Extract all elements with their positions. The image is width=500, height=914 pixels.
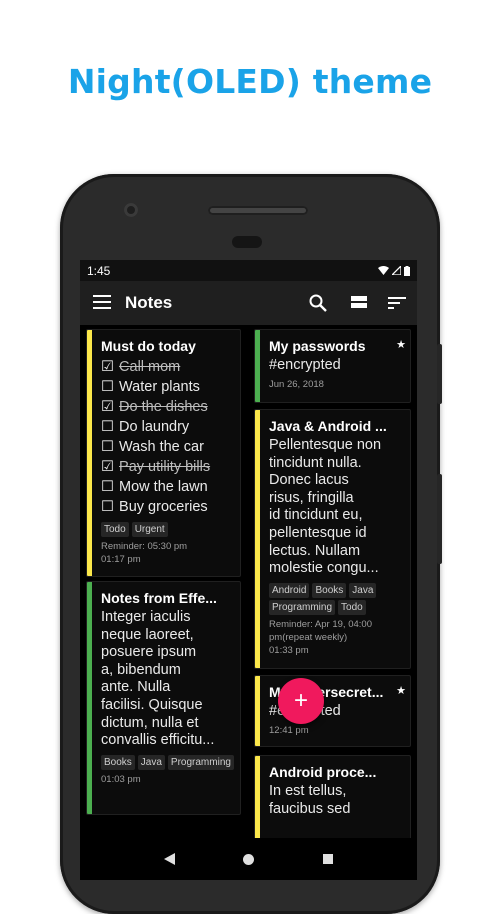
unchecked-box-icon: ☐ bbox=[101, 379, 114, 395]
recents-icon[interactable] bbox=[322, 854, 333, 864]
note-body: In est tellus, faucibus sed bbox=[269, 783, 351, 817]
search-icon[interactable] bbox=[308, 293, 328, 313]
earpiece bbox=[232, 236, 262, 248]
app-bar: Notes bbox=[80, 281, 417, 325]
tag: Todo bbox=[338, 599, 366, 615]
note-body: Pellentesque non tincidunt nulla. Donec … bbox=[269, 437, 382, 577]
tag: Books bbox=[101, 754, 135, 770]
notes-grid: Must do today ☑ Call mom ☐ Water plants … bbox=[80, 325, 417, 847]
checklist-item: ☑ Call mom bbox=[101, 359, 181, 375]
note-color-bar bbox=[255, 410, 260, 668]
unchecked-box-icon: ☐ bbox=[101, 419, 114, 435]
note-reminder: Reminder: 05:30 pm bbox=[101, 541, 188, 552]
note-color-bar bbox=[255, 330, 260, 402]
note-title: Notes from Effe... bbox=[101, 590, 217, 606]
note-time: 01:33 pm bbox=[269, 644, 309, 656]
note-title: Must do today bbox=[101, 338, 196, 354]
menu-icon[interactable] bbox=[93, 295, 111, 311]
note-body: #encrypted bbox=[269, 357, 341, 373]
tag: Programming bbox=[167, 754, 234, 770]
system-nav-bar bbox=[80, 838, 417, 880]
front-camera bbox=[124, 203, 138, 217]
note-card-must-do[interactable]: Must do today ☑ Call mom ☐ Water plants … bbox=[86, 329, 241, 577]
note-card-supersecret[interactable]: ★ My supersecret... #encrypted 12:41 pm bbox=[254, 675, 411, 747]
volume-button bbox=[437, 474, 442, 564]
tag: Urgent bbox=[131, 522, 168, 537]
battery-icon bbox=[404, 265, 410, 276]
tag: Programming bbox=[269, 599, 336, 615]
tag: Android bbox=[269, 582, 310, 598]
status-time: 1:45 bbox=[87, 263, 111, 278]
tag: Todo bbox=[101, 522, 129, 537]
app-title: Notes bbox=[125, 293, 173, 312]
note-card-effe[interactable]: Notes from Effe... Integer iaculis neque… bbox=[86, 581, 241, 815]
checklist-item: ☐ Water plants bbox=[101, 379, 200, 395]
checklist-item: ☐ Wash the car bbox=[101, 439, 204, 455]
power-button bbox=[437, 344, 442, 404]
tag: Java bbox=[137, 754, 165, 770]
tag-list: Android Books Java Programming Todo bbox=[269, 582, 404, 615]
back-icon[interactable] bbox=[164, 853, 176, 865]
checked-box-icon: ☑ bbox=[101, 359, 114, 375]
note-reminder: Reminder: Apr 19, 04:00 bbox=[269, 618, 372, 630]
checklist-item: ☑ Pay utility bills bbox=[101, 459, 211, 475]
checklist-item: ☐ Mow the lawn bbox=[101, 479, 208, 495]
note-card-java[interactable]: Java & Android ... Pellentesque non tinc… bbox=[254, 409, 411, 669]
sort-icon[interactable] bbox=[388, 295, 406, 311]
checklist-item: ☐ Buy groceries bbox=[101, 499, 208, 515]
checked-box-icon: ☑ bbox=[101, 459, 114, 475]
unchecked-box-icon: ☐ bbox=[101, 499, 114, 515]
note-time: 01:03 pm bbox=[101, 773, 141, 785]
note-time: 01:17 pm bbox=[101, 554, 141, 565]
signal-icon bbox=[392, 266, 401, 275]
tag: Java bbox=[349, 582, 377, 598]
note-title: Android proce... bbox=[269, 764, 377, 780]
add-note-button[interactable]: + bbox=[278, 678, 324, 724]
note-reminder-repeat: pm(repeat weekly) bbox=[269, 631, 348, 643]
tag-list: Books Java Programming bbox=[101, 754, 234, 770]
note-color-bar bbox=[255, 756, 260, 846]
note-card-android[interactable]: Android proce... In est tellus, faucibus… bbox=[254, 755, 411, 847]
checked-box-icon: ☑ bbox=[101, 399, 114, 415]
tag-list: Todo Urgent bbox=[101, 522, 234, 537]
note-body: Integer iaculis neque laoreet, posuere i… bbox=[101, 609, 215, 749]
note-color-bar bbox=[255, 676, 260, 746]
note-card-passwords[interactable]: ★ My passwords #encrypted Jun 26, 2018 bbox=[254, 329, 411, 403]
screen: 1:45 Notes Must do today ☑ Call mom ☐ Wa bbox=[80, 260, 417, 880]
phone-frame: 1:45 Notes Must do today ☑ Call mom ☐ Wa bbox=[60, 174, 442, 914]
view-toggle-icon[interactable] bbox=[350, 294, 368, 310]
note-color-bar bbox=[87, 330, 92, 576]
status-bar: 1:45 bbox=[80, 260, 417, 281]
note-title: My passwords bbox=[269, 338, 366, 354]
note-date: Jun 26, 2018 bbox=[269, 378, 324, 390]
note-color-bar bbox=[87, 582, 92, 814]
wifi-icon bbox=[378, 266, 389, 275]
unchecked-box-icon: ☐ bbox=[101, 479, 114, 495]
promo-headline: Night(OLED) theme bbox=[67, 62, 433, 101]
checklist-item: ☐ Do laundry bbox=[101, 419, 190, 435]
unchecked-box-icon: ☐ bbox=[101, 439, 114, 455]
top-speaker bbox=[208, 206, 308, 215]
tag: Books bbox=[312, 582, 347, 598]
note-title: Java & Android ... bbox=[269, 418, 387, 434]
checklist-item: ☑ Do the dishes bbox=[101, 399, 208, 415]
home-icon[interactable] bbox=[243, 853, 255, 865]
note-time: 12:41 pm bbox=[269, 724, 309, 736]
status-icons bbox=[378, 265, 410, 276]
